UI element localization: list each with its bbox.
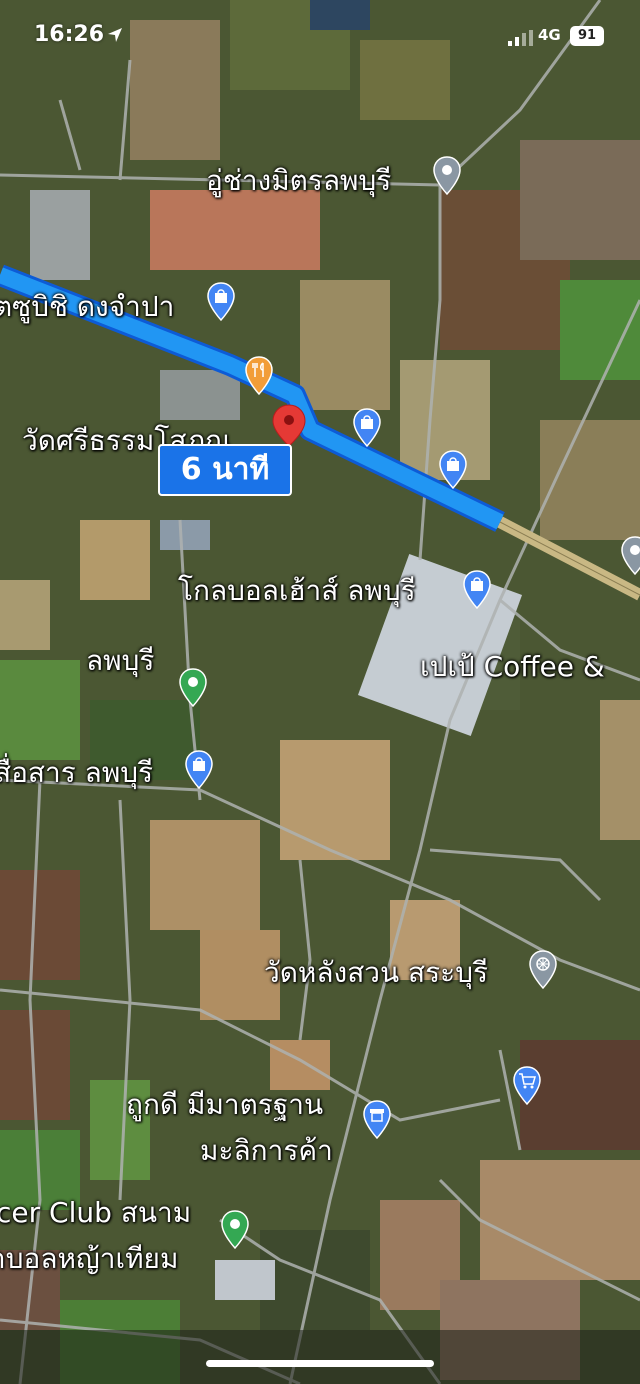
place-label[interactable]: อู่ช่างมิตรลพบุรี [206, 164, 391, 198]
park-icon[interactable] [178, 668, 208, 708]
shopping-bag-icon[interactable] [352, 408, 382, 448]
place-label[interactable]: วัดหลังสวน สระบุรี [264, 956, 488, 990]
shopping-cart-icon[interactable] [512, 1066, 542, 1106]
place-label[interactable]: ลพบุรี [86, 644, 154, 678]
shopping-bag-icon[interactable] [438, 450, 468, 490]
place-label[interactable]: มะลิการค้า [200, 1134, 333, 1168]
shopping-bag-icon[interactable] [206, 282, 236, 322]
place-label[interactable]: ถูกดี มีมาตรฐาน [126, 1088, 323, 1122]
place-pin-icon[interactable] [620, 536, 640, 576]
park-icon[interactable] [220, 1210, 250, 1250]
signal-icon [508, 30, 533, 46]
shopping-bag-icon[interactable] [462, 570, 492, 610]
place-label[interactable]: โกลบอลเฮ้าส์ ลพบุรี [178, 574, 416, 608]
place-label[interactable]: าบอลหญ้าเทียม [0, 1242, 178, 1276]
store-icon[interactable] [362, 1100, 392, 1140]
dharma-wheel-icon[interactable] [528, 950, 558, 990]
network-type: 4G [538, 26, 561, 44]
restaurant-icon[interactable] [244, 356, 274, 396]
place-label[interactable]: เปเป้ Coffee & [420, 650, 605, 684]
shopping-bag-icon[interactable] [184, 750, 214, 790]
status-bar: 16:26 4G 91 [0, 0, 640, 60]
satellite-map[interactable] [0, 0, 640, 1384]
place-label[interactable]: ตซูบิชิ ดงจำปา [0, 290, 174, 324]
place-pin-icon[interactable] [432, 156, 462, 196]
location-arrow-icon [108, 28, 122, 42]
battery-indicator: 91 [570, 26, 604, 46]
home-indicator[interactable] [206, 1360, 434, 1367]
place-label[interactable]: cer Club สนาม [0, 1196, 191, 1230]
place-label[interactable]: สื่อสาร ลพบุรี [0, 756, 153, 790]
clock: 16:26 [34, 22, 105, 47]
eta-badge[interactable]: 6 นาที [158, 444, 292, 496]
